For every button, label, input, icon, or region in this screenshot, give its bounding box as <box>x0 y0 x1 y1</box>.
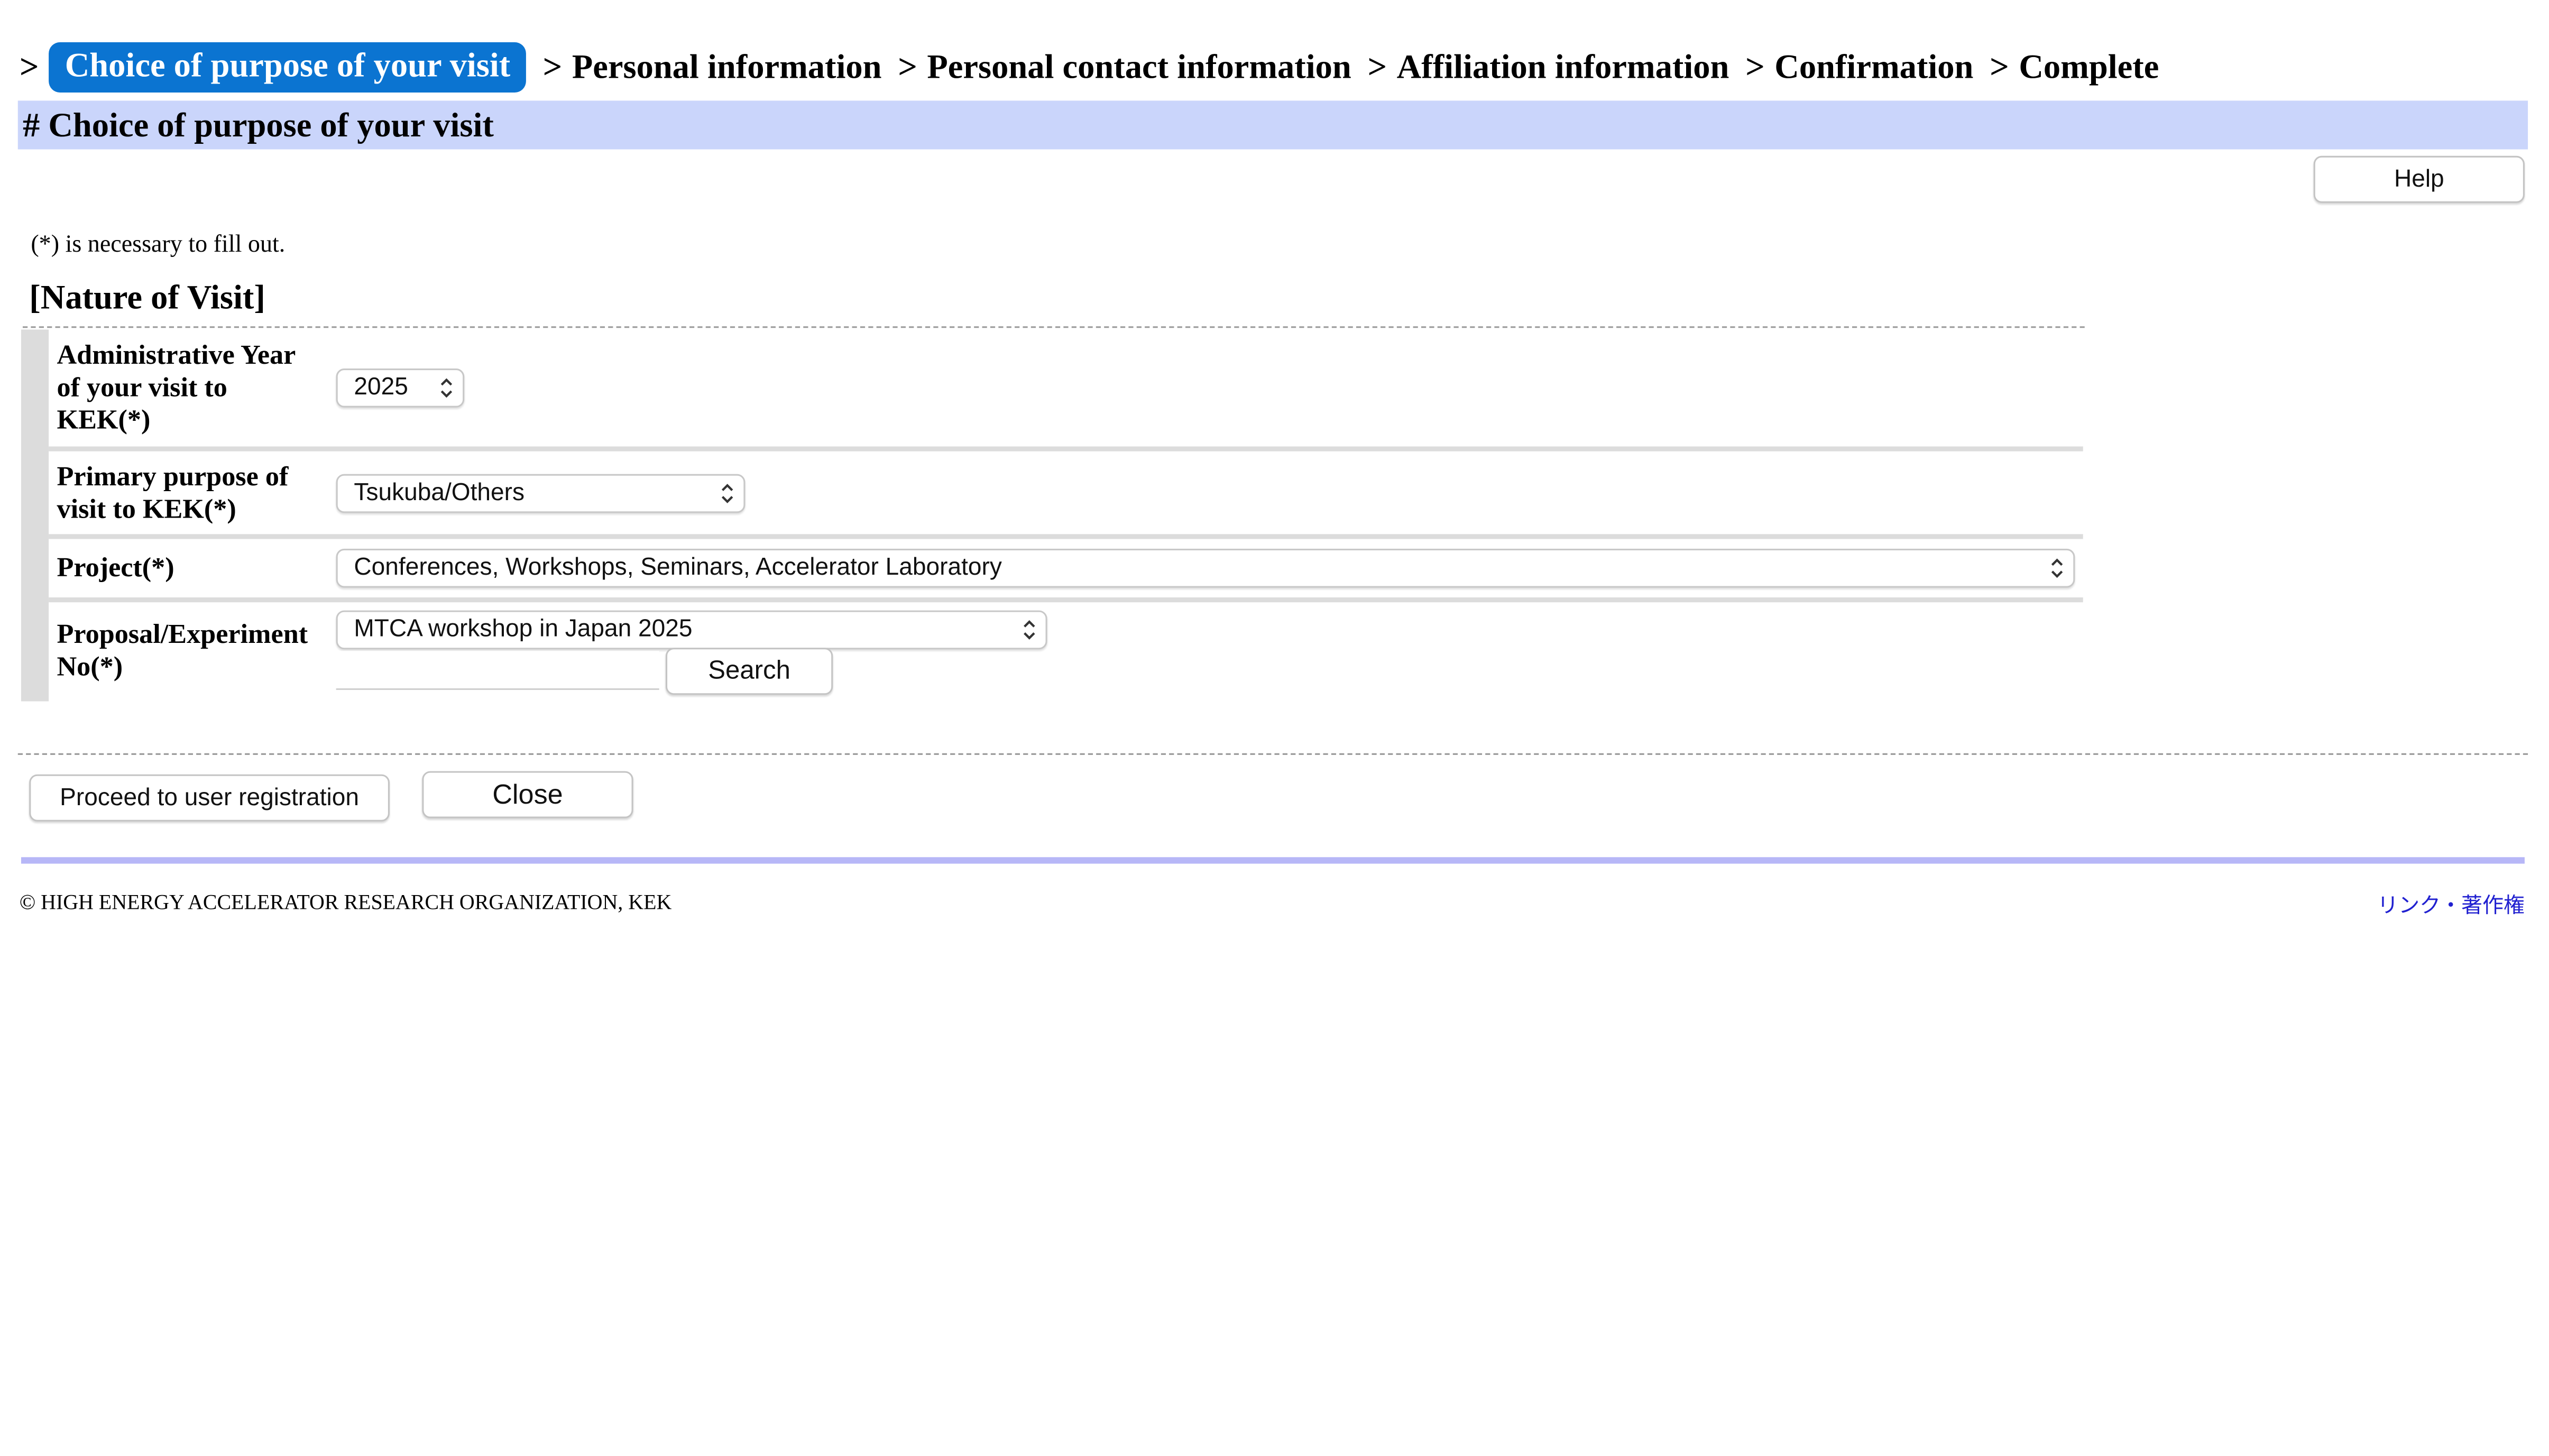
row-divider <box>49 446 2083 451</box>
step-purpose: > Choice of purpose of your visit <box>19 41 527 92</box>
step-label: Affiliation information <box>1396 46 1729 86</box>
step-arrow: > <box>1367 46 1387 86</box>
form-row-project: Project(*) Conferences, Workshops, Semin… <box>49 539 2083 597</box>
step-label: Complete <box>2019 46 2159 86</box>
project-select[interactable]: Conferences, Workshops, Seminars, Accele… <box>336 548 2075 588</box>
purpose-select[interactable]: Tsukuba/Others <box>336 474 746 513</box>
page-root: > Choice of purpose of your visit > Pers… <box>0 0 2549 1456</box>
project-value: Conferences, Workshops, Seminars, Accele… <box>354 554 1002 582</box>
footer-rule <box>21 857 2525 864</box>
proposal-search-input[interactable] <box>336 651 659 690</box>
step-affiliation-information: > Affiliation information <box>1367 47 1729 87</box>
year-select[interactable]: 2025 <box>336 368 465 408</box>
proposal-value: MTCA workshop in Japan 2025 <box>354 615 693 643</box>
step-personal-information: > Personal information <box>543 47 882 87</box>
purpose-label: Primary purpose of visit to KEK(*) <box>57 461 289 524</box>
step-label: Choice of purpose of your visit <box>49 41 527 92</box>
step-arrow: > <box>1745 46 1765 86</box>
divider <box>22 326 2085 328</box>
step-label: Personal information <box>572 46 882 86</box>
proposal-select[interactable]: MTCA workshop in Japan 2025 <box>336 610 1047 650</box>
copyright: © HIGH ENERGY ACCELERATOR RESEARCH ORGAN… <box>19 889 672 914</box>
step-confirmation: > Confirmation <box>1745 47 1973 87</box>
close-button[interactable]: Close <box>422 771 633 818</box>
proposal-label: Proposal/Experiment No(*) <box>57 618 308 682</box>
row-divider <box>49 597 2083 603</box>
step-arrow: > <box>542 46 563 86</box>
proceed-button[interactable]: Proceed to user registration <box>29 774 390 822</box>
step-label: Confirmation <box>1774 46 1974 86</box>
year-label: Administrative Year of your visit to KEK… <box>57 339 296 435</box>
row-divider <box>49 534 2083 539</box>
project-label: Project(*) <box>57 552 174 583</box>
purpose-value: Tsukuba/Others <box>354 478 525 507</box>
form-row-purpose: Primary purpose of visit to KEK(*) Tsuku… <box>49 451 2083 535</box>
form-side-bar <box>21 329 49 702</box>
search-button[interactable]: Search <box>665 648 833 695</box>
step-complete: > Complete <box>1990 47 2159 87</box>
progress-steps: > Choice of purpose of your visit > Pers… <box>20 39 2175 94</box>
chevron-updown-icon <box>2051 558 2063 578</box>
chevron-updown-icon <box>1024 620 1035 640</box>
divider <box>17 753 2528 755</box>
step-arrow: > <box>898 46 917 86</box>
chevron-updown-icon <box>440 378 453 398</box>
required-note: (*) is necessary to fill out. <box>31 232 286 259</box>
year-value: 2025 <box>354 373 408 401</box>
section-title: # Choice of purpose of your visit <box>17 100 2528 150</box>
step-label: Personal contact information <box>927 46 1351 86</box>
help-button[interactable]: Help <box>2313 155 2525 203</box>
step-arrow: > <box>1990 46 2009 86</box>
chevron-updown-icon <box>721 484 733 503</box>
group-title: [Nature of Visit] <box>29 278 265 317</box>
form-row-year: Administrative Year of your visit to KEK… <box>49 329 2083 446</box>
step-arrow: > <box>19 46 39 86</box>
form-row-proposal: Proposal/Experiment No(*) MTCA workshop … <box>49 602 2083 701</box>
step-contact-information: > Personal contact information <box>898 47 1351 87</box>
footer-link[interactable]: リンク・著作権 <box>2377 888 2525 919</box>
